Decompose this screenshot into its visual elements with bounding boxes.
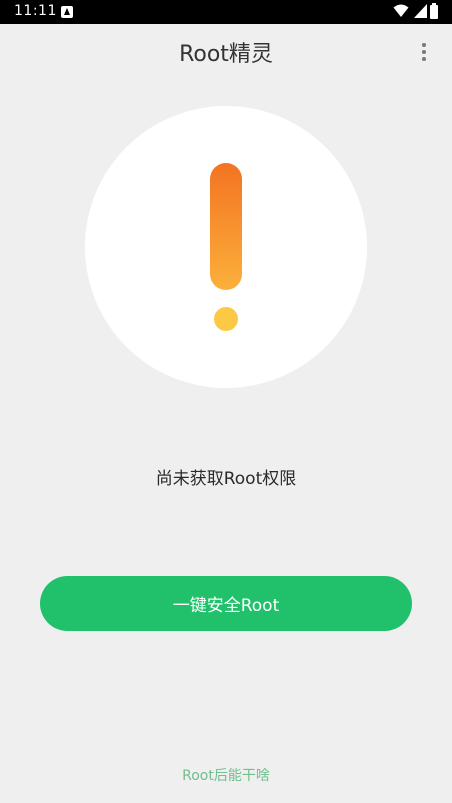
app-title: Root精灵	[179, 42, 273, 67]
more-vert-icon[interactable]	[412, 38, 436, 66]
status-time: 11:11	[14, 3, 57, 19]
status-illustration	[85, 106, 367, 388]
signal-icon	[414, 4, 427, 18]
app-toolbar: Root精灵	[0, 24, 452, 80]
battery-icon	[430, 3, 438, 19]
root-benefits-link[interactable]: Root后能干啥	[0, 765, 452, 785]
one-click-root-button[interactable]: 一键安全Root	[40, 576, 412, 631]
notification-icon	[61, 6, 73, 18]
status-bar: 11:11	[0, 0, 452, 24]
root-status-text: 尚未获取Root权限	[155, 469, 297, 489]
menu-dot	[422, 43, 426, 47]
menu-dot	[422, 50, 426, 54]
wifi-icon	[393, 4, 409, 17]
exclamation-warning-icon	[210, 163, 242, 331]
menu-dot	[422, 57, 426, 61]
